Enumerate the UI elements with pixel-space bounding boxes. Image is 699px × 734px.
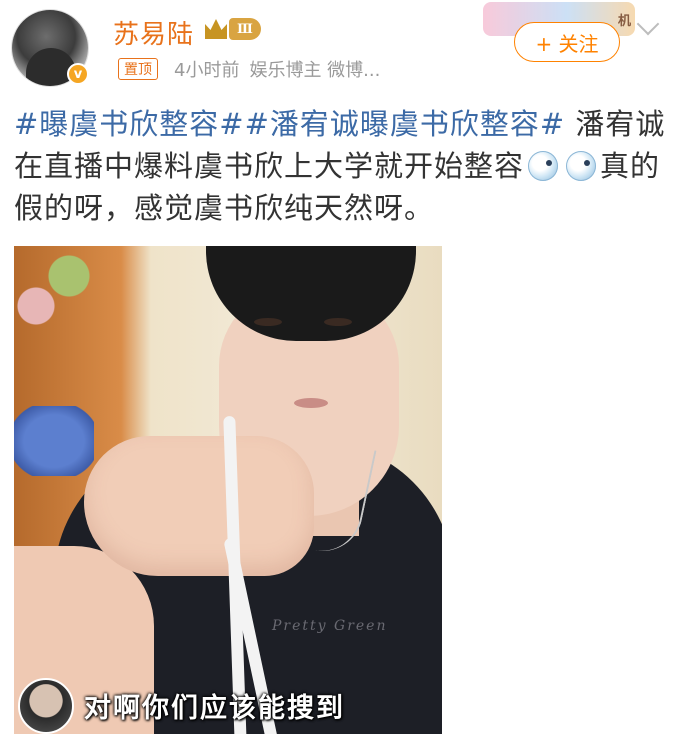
hydrangea-decor bbox=[14, 406, 94, 476]
video-thumbnail[interactable]: Pretty Green 对啊你们应该能搜到 bbox=[14, 246, 442, 734]
pip-avatar bbox=[18, 678, 74, 734]
post-meta: 4小时前 娱乐博主 微博... bbox=[174, 56, 380, 82]
person-hand bbox=[84, 436, 314, 576]
video-subtitle: 对啊你们应该能搜到 bbox=[84, 693, 345, 724]
pinned-tag: 置顶 bbox=[118, 58, 158, 80]
follow-button[interactable]: + 关注 bbox=[514, 22, 620, 62]
vip-badge[interactable]: Ⅲ bbox=[205, 16, 267, 42]
doge-emoji-icon bbox=[566, 151, 597, 181]
author-role: 娱乐博主 微博... bbox=[249, 60, 381, 81]
person-mouth bbox=[294, 398, 328, 408]
crown-icon bbox=[205, 19, 227, 39]
vip-level: Ⅲ bbox=[229, 18, 261, 40]
person-eye bbox=[254, 318, 282, 326]
post-text: #曝虞书欣整容##潘宥诚曝虞书欣整容# 潘宥诚在直播中爆料虞书欣上大学就开始整容… bbox=[14, 103, 686, 229]
author-name[interactable]: 苏易陆 bbox=[113, 14, 194, 51]
ribbon-text: 机 bbox=[617, 14, 631, 29]
post-time: 4小时前 bbox=[174, 60, 240, 81]
person-eye bbox=[324, 318, 352, 326]
topic-link-1[interactable]: #曝虞书欣整容# bbox=[14, 107, 245, 141]
doge-emoji-icon bbox=[528, 151, 559, 181]
verified-icon: v bbox=[67, 63, 89, 85]
shirt-print: Pretty Green bbox=[272, 618, 388, 634]
topic-link-2[interactable]: #潘宥诚曝虞书欣整容# bbox=[245, 107, 566, 141]
chevron-down-icon[interactable] bbox=[636, 12, 660, 36]
